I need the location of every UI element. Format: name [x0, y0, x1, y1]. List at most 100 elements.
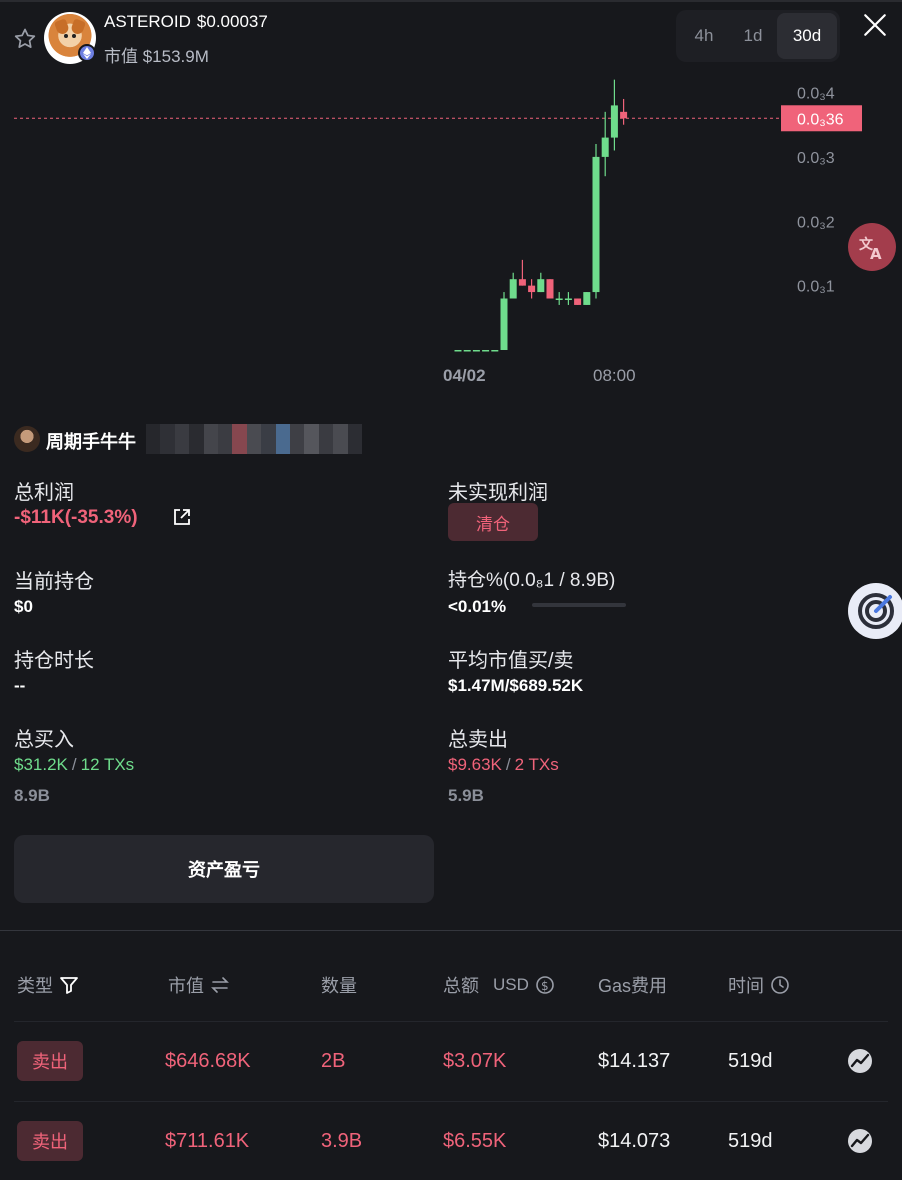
holding-duration-label: 持仓时长 — [14, 650, 94, 672]
total-profit-value: -$11K(-35.3%) — [14, 507, 138, 528]
row-time: 519d — [728, 1050, 773, 1072]
avg-mcap-value: $1.47M/$689.52K — [448, 676, 584, 695]
candle-body — [472, 350, 480, 352]
type-badge-sell: 卖出 — [17, 1041, 83, 1081]
asset-pnl-button[interactable]: 资产盈亏 — [14, 835, 434, 903]
tx-detail-icon[interactable] — [846, 1127, 874, 1155]
target-icon[interactable] — [848, 583, 902, 639]
candle-body — [620, 111, 628, 119]
candle-body — [482, 350, 490, 352]
y-tick-label: 0.0₃3 — [797, 150, 835, 167]
tx-detail-icon[interactable] — [846, 1047, 874, 1075]
svg-text:A: A — [870, 245, 882, 262]
y-tick-label: 0.0₃4 — [797, 86, 835, 103]
row-total: $6.55K — [443, 1130, 507, 1152]
ethereum-icon — [78, 44, 96, 62]
total-sell-value: $9.63K/2 TXs — [448, 755, 559, 775]
header-time[interactable]: 时间 — [728, 972, 790, 998]
candle-body — [518, 279, 526, 286]
row-mcap: $711.61K — [165, 1130, 250, 1152]
market-cap: 市值 $153.9M — [104, 47, 209, 66]
translate-icon[interactable]: 文 A — [848, 223, 896, 271]
separator: / — [505, 755, 511, 774]
header-type[interactable]: 类型 — [17, 972, 79, 998]
user-name: 周期手牛牛 — [46, 432, 136, 452]
holding-pct-label: 持仓%(0.0₈1 / 8.9B) — [448, 570, 616, 591]
header-mcap[interactable]: 市值 — [168, 972, 230, 998]
star-icon[interactable] — [12, 26, 38, 52]
current-price-label: 0.0₃36 — [797, 111, 844, 128]
candle-body — [491, 350, 499, 352]
current-holding-value: $0 — [14, 597, 33, 616]
row-total: $3.07K — [443, 1050, 507, 1072]
x-tick-label: 04/02 — [443, 366, 486, 385]
timeframe-30d-button[interactable]: 30d — [777, 13, 837, 59]
total-sell-tokens: 5.9B — [448, 786, 484, 805]
token-title: ASTEROID $0.00037 — [104, 12, 268, 32]
x-tick-label: 08:00 — [593, 366, 636, 385]
holding-duration-value: -- — [14, 676, 26, 695]
candle-body — [601, 137, 609, 157]
wallet-address-blurred — [146, 424, 363, 454]
avg-mcap-label: 平均市值买/卖 — [448, 650, 574, 672]
total-profit-label: 总利润 — [14, 482, 74, 504]
candle-body — [583, 292, 591, 305]
type-badge-sell: 卖出 — [17, 1121, 83, 1161]
candle-body — [574, 298, 582, 305]
row-gas: $14.137 — [598, 1050, 671, 1072]
row-time: 519d — [728, 1130, 773, 1152]
section-divider — [0, 930, 902, 931]
holding-pct-value: <0.01% — [448, 597, 507, 616]
total-buy-txs: 12 TXs — [80, 755, 135, 774]
candle-body — [500, 298, 508, 350]
candle-body — [610, 105, 618, 138]
total-sell-label: 总卖出 — [448, 729, 508, 751]
token-name: ASTEROID — [104, 12, 191, 31]
total-buy-value: $31.2K/12 TXs — [14, 755, 134, 775]
row-gas: $14.073 — [598, 1130, 671, 1152]
row-mcap: $646.68K — [165, 1050, 251, 1072]
close-position-button[interactable]: 清仓 — [448, 503, 538, 541]
total-buy-amount: $31.2K — [14, 755, 68, 774]
svg-text:$: $ — [541, 979, 549, 993]
separator: / — [71, 755, 77, 774]
candle-body — [592, 156, 600, 293]
header-quantity: 数量 — [321, 976, 357, 996]
candle-body — [454, 350, 462, 352]
candle-body — [509, 279, 517, 299]
total-buy-tokens: 8.9B — [14, 786, 50, 805]
total-sell-txs: 2 TXs — [514, 755, 559, 774]
clock-icon[interactable] — [770, 975, 790, 995]
swap-icon[interactable] — [210, 975, 230, 995]
header-total[interactable]: 总额 USD $ — [443, 972, 555, 998]
token-price: $0.00037 — [196, 12, 268, 31]
timeframe-4h-button[interactable]: 4h — [679, 13, 729, 59]
window-top-border — [0, 0, 902, 2]
candle-body — [528, 285, 536, 293]
price-chart[interactable]: 0.0₃4 0.0₃3 0.0₃2 0.0₃1 0.0₃36 04/02 08:00 — [0, 70, 902, 400]
candle-body — [546, 279, 554, 299]
timeframe-1d-button[interactable]: 1d — [729, 13, 777, 59]
y-tick-label: 0.0₃2 — [797, 214, 835, 231]
close-icon[interactable] — [862, 12, 888, 38]
filter-icon[interactable] — [59, 975, 79, 995]
row-quantity: 3.9B — [321, 1130, 363, 1152]
row-divider — [14, 1021, 888, 1022]
header-gas: Gas费用 — [598, 976, 668, 996]
timeframe-selector: 4h 1d 30d — [676, 10, 840, 62]
row-quantity: 2B — [321, 1050, 346, 1072]
currency-toggle-icon[interactable]: $ — [535, 975, 555, 995]
candle-body — [564, 298, 572, 301]
total-buy-label: 总买入 — [14, 729, 74, 751]
external-link-icon[interactable] — [172, 507, 192, 527]
candle-body — [463, 350, 471, 352]
unrealized-profit-label: 未实现利润 — [448, 482, 548, 504]
holding-pct-bar — [532, 603, 626, 607]
total-sell-amount: $9.63K — [448, 755, 502, 774]
y-tick-label: 0.0₃1 — [797, 279, 835, 296]
current-holding-label: 当前持仓 — [14, 571, 94, 593]
user-avatar — [14, 426, 40, 452]
candle-body — [537, 279, 545, 293]
row-divider — [14, 1101, 888, 1102]
candle-body — [555, 298, 563, 301]
